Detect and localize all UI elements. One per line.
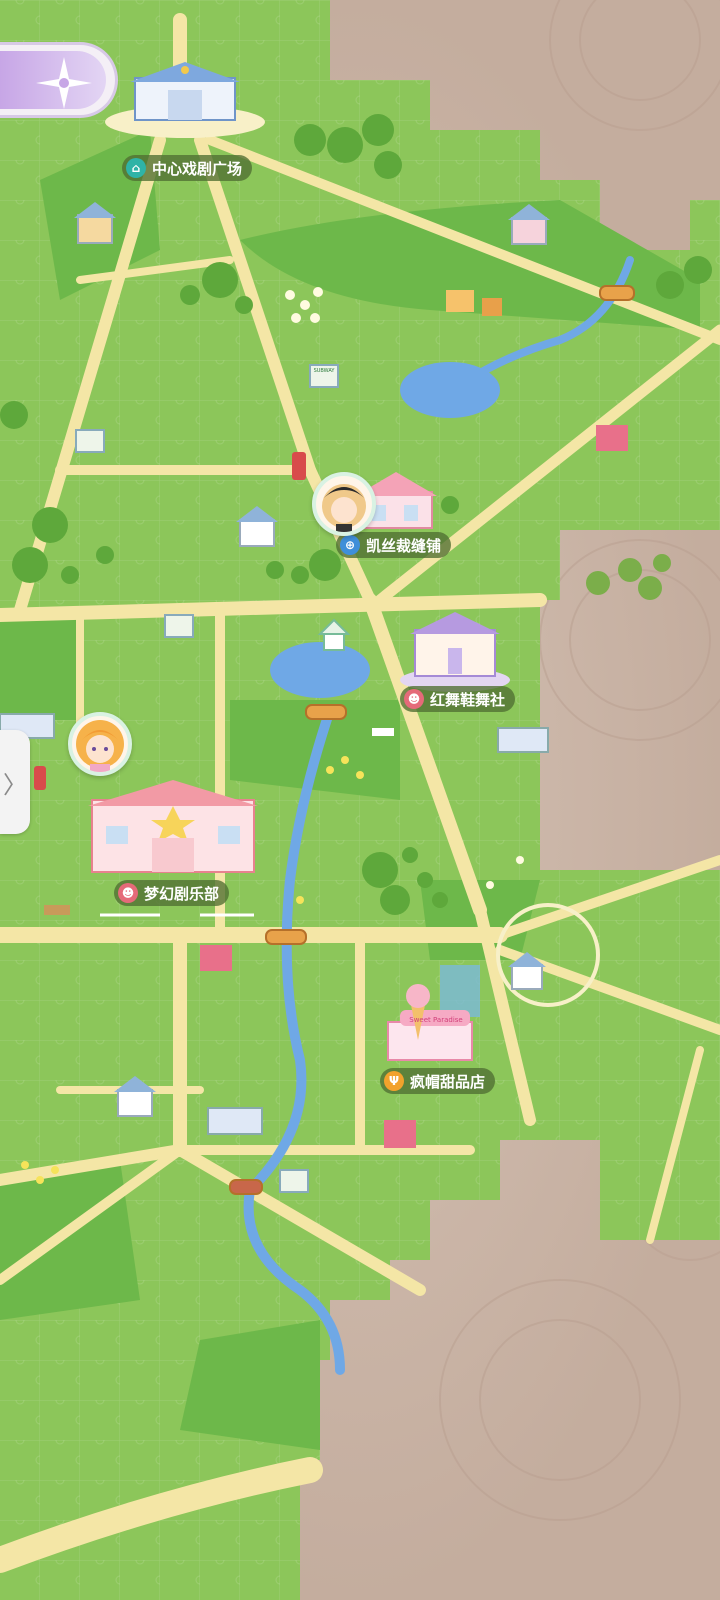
location-label-dream-drama-club[interactable]: ☻ 梦幻剧乐部 — [114, 880, 230, 906]
bag-icon: ⊕ — [340, 535, 360, 555]
park-map[interactable]: SUBWAY Sweet Paradise — [0, 0, 720, 1600]
masks-icon: ☻ — [404, 689, 424, 709]
location-label-dance-club[interactable]: ☻ 红舞鞋舞社 — [400, 686, 516, 712]
character-portrait-icon — [322, 484, 366, 532]
subway-sign: SUBWAY — [314, 368, 336, 374]
pond-north — [400, 362, 500, 418]
compass-star-icon — [36, 57, 92, 109]
bakery-sign: Sweet Paradise — [409, 1016, 462, 1024]
location-name: 梦幻剧乐部 — [144, 884, 220, 903]
side-panel-toggle[interactable]: 〉 — [0, 730, 30, 834]
compass-button[interactable] — [0, 42, 118, 118]
player-avatar[interactable] — [68, 712, 132, 776]
location-name: 凯丝裁缝铺 — [366, 536, 442, 555]
location-label-theatre-plaza[interactable]: ⌂ 中心戏剧广场 — [122, 155, 253, 181]
museum-icon: ⌂ — [126, 158, 146, 178]
masks-icon: ☻ — [118, 883, 138, 903]
pond-center — [270, 642, 370, 698]
location-name: 红舞鞋舞社 — [430, 690, 506, 709]
npc-avatar-tailor[interactable] — [312, 472, 376, 536]
location-label-tailor-shop[interactable]: ⊕ 凯丝裁缝铺 — [336, 532, 452, 558]
character-portrait-icon — [76, 720, 124, 772]
location-name: 疯帽甜品店 — [410, 1072, 486, 1091]
location-name: 中心戏剧广场 — [152, 159, 243, 178]
chevron-right-icon: 〉 — [3, 770, 27, 799]
location-label-dessert-shop[interactable]: Ψ 疯帽甜品店 — [380, 1068, 496, 1094]
fork-icon: Ψ — [384, 1071, 404, 1091]
